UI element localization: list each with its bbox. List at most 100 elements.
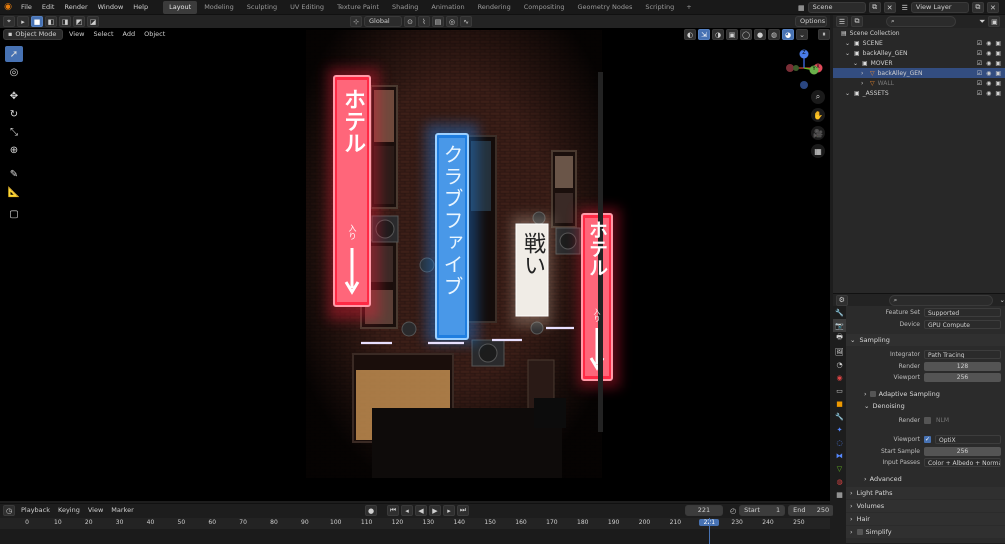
copy-view-layer-icon[interactable]: ⧉ xyxy=(971,2,984,13)
render-tab-icon[interactable]: 📷 xyxy=(833,319,846,332)
tool-tab-icon[interactable]: 🔧 xyxy=(833,306,846,319)
outliner-row-assets[interactable]: ⌄ ▣ _ASSETS ☑ ◉ ▣ xyxy=(833,88,1005,98)
volumes-header[interactable]: › Volumes xyxy=(846,499,1005,512)
navigation-gizmo[interactable]: Z X Y xyxy=(786,48,824,90)
disclosure-icon[interactable]: › xyxy=(861,70,867,77)
denoising-header[interactable]: ⌄ Denoising xyxy=(846,400,1005,412)
exclude-checkbox[interactable]: ☑ xyxy=(977,50,982,57)
select-new-icon[interactable]: ■ xyxy=(31,16,43,27)
render-samples-field[interactable]: 128 xyxy=(924,361,1001,371)
view-layer-selector[interactable]: View Layer xyxy=(910,2,969,13)
outliner-row-wall[interactable]: › ▽ WALL ☑ ◉ ▣ xyxy=(833,78,1005,88)
denoise-viewport-dropdown[interactable]: OptiX xyxy=(935,435,1001,445)
playhead[interactable] xyxy=(709,518,711,544)
disclosure-icon[interactable]: ⌄ xyxy=(845,50,851,57)
exclude-checkbox[interactable]: ☑ xyxy=(977,80,982,87)
visibility-eye-icon[interactable]: ◉ xyxy=(986,70,991,77)
tab-texture-paint[interactable]: Texture Paint xyxy=(331,1,385,14)
tab-modeling[interactable]: Modeling xyxy=(198,1,240,14)
delete-scene-icon[interactable]: ✕ xyxy=(883,2,896,13)
properties-search-input[interactable]: ⌕ xyxy=(888,294,993,306)
snap-target-icon[interactable]: ▤ xyxy=(432,16,444,27)
timeline-menu-playback[interactable]: Playback xyxy=(17,504,54,517)
world-tab-icon[interactable]: ◉ xyxy=(833,371,846,384)
proportional-edit-icon[interactable]: ◎ xyxy=(446,16,458,27)
tab-geometry-nodes[interactable]: Geometry Nodes xyxy=(572,1,639,14)
physics-tab-icon[interactable]: ◌ xyxy=(833,436,846,449)
output-tab-icon[interactable]: 🖶 xyxy=(833,332,846,345)
visibility-eye-icon[interactable]: ◉ xyxy=(986,50,991,57)
frame-ruler[interactable]: 0 10 20 30 40 50 60 70 80 90 100 110 120 130 140 150 160… xyxy=(0,518,830,529)
start-frame-field[interactable]: Start 1 xyxy=(739,505,786,516)
timeline-track[interactable] xyxy=(0,529,830,544)
render-camera-icon[interactable]: ▣ xyxy=(995,90,1001,97)
adaptive-checkbox[interactable] xyxy=(869,390,876,397)
timeline-menu-view[interactable]: View xyxy=(84,504,107,517)
outliner-editor-icon[interactable]: ☰ xyxy=(836,16,848,27)
tab-shading[interactable]: Shading xyxy=(386,1,424,14)
start-sample-field[interactable]: 256 xyxy=(924,446,1001,456)
sampling-panel-header[interactable]: ⌄ Sampling xyxy=(846,334,1005,346)
tab-animation[interactable]: Animation xyxy=(425,1,470,14)
render-camera-icon[interactable]: ▣ xyxy=(995,80,1001,87)
play-icon[interactable]: ▶ xyxy=(429,505,441,516)
snap-icon[interactable]: ⌇ xyxy=(418,16,430,27)
scene-selector[interactable]: Scene xyxy=(807,2,866,13)
pan-hand-icon[interactable]: ✋ xyxy=(811,108,825,122)
tab-compositing[interactable]: Compositing xyxy=(518,1,571,14)
render-camera-icon[interactable]: ▣ xyxy=(995,40,1001,47)
filter-icon[interactable]: ⏷ xyxy=(979,17,985,27)
feature-set-dropdown[interactable]: Supported xyxy=(924,308,1001,318)
exclude-checkbox[interactable]: ☑ xyxy=(977,40,982,47)
3d-viewport[interactable]: ▪ Object Mode View Select Add Object ◐ ⇲ ◑ … xyxy=(0,28,830,501)
device-dropdown[interactable]: GPU Compute xyxy=(924,319,1001,329)
record-icon[interactable]: ● xyxy=(365,505,377,516)
constraints-tab-icon[interactable]: ⧓ xyxy=(833,449,846,462)
exclude-checkbox[interactable]: ☑ xyxy=(977,90,982,97)
integrator-dropdown[interactable]: Path Tracing xyxy=(924,350,1001,360)
delete-view-layer-icon[interactable]: ✕ xyxy=(986,2,999,13)
current-frame-field[interactable]: 221 xyxy=(685,505,723,516)
advanced-header[interactable]: › Advanced xyxy=(846,473,1005,485)
outliner-row-scene[interactable]: ⌄ ▣ SCENE ☑ ◉ ▣ xyxy=(833,38,1005,48)
simplify-header[interactable]: › Simplify xyxy=(846,525,1005,538)
modifier-tab-icon[interactable]: 🔧 xyxy=(833,410,846,423)
menu-render[interactable]: Render xyxy=(59,0,92,15)
jump-start-icon[interactable]: ⏮ xyxy=(387,505,399,516)
timeline-menu-marker[interactable]: Marker xyxy=(107,504,137,517)
adaptive-sampling-header[interactable]: › Adaptive Sampling xyxy=(846,388,1005,400)
disclosure-icon[interactable]: ⌄ xyxy=(845,90,851,97)
select-extend-icon[interactable]: ◧ xyxy=(45,16,57,27)
denoise-render-checkbox[interactable] xyxy=(924,416,931,424)
end-frame-field[interactable]: End 250 xyxy=(788,505,835,516)
hair-header[interactable]: › Hair xyxy=(846,512,1005,525)
view-layer-tab-icon[interactable]: 🖼 xyxy=(833,345,846,358)
select-box-icon[interactable]: ▸ xyxy=(17,16,29,27)
options-dropdown[interactable]: Options xyxy=(795,16,827,27)
menu-edit[interactable]: Edit xyxy=(37,0,60,15)
disclosure-icon[interactable]: ⌄ xyxy=(845,40,851,47)
outliner-row-backalley-gen[interactable]: › ▽ backAlley_GEN ☑ ◉ ▣ xyxy=(833,68,1005,78)
tab-scripting[interactable]: Scripting xyxy=(639,1,680,14)
scene-collection-row[interactable]: ▤ Scene Collection xyxy=(833,28,1005,38)
outliner-row-backalley-gen[interactable]: ⌄ ▣ backAlley_GEN ☑ ◉ ▣ xyxy=(833,48,1005,58)
display-mode-icon[interactable]: ⧉ xyxy=(851,16,863,27)
render-camera-icon[interactable]: ▣ xyxy=(995,60,1001,67)
timeline-menu-keying[interactable]: Keying xyxy=(54,504,84,517)
collection-tab-icon[interactable]: ▭ xyxy=(833,384,846,397)
pin-icon[interactable]: ⌄ xyxy=(1000,296,1005,304)
simplify-checkbox[interactable] xyxy=(856,528,863,535)
render-camera-icon[interactable]: ▣ xyxy=(995,70,1001,77)
denoise-viewport-checkbox[interactable]: ✓ xyxy=(924,436,931,444)
menu-file[interactable]: File xyxy=(16,0,37,15)
play-reverse-icon[interactable]: ◀ xyxy=(415,505,427,516)
transform-orientation-dropdown[interactable]: Global xyxy=(364,16,402,27)
exclude-checkbox[interactable]: ☑ xyxy=(977,60,982,67)
menu-window[interactable]: Window xyxy=(93,0,129,15)
editor-type-icon[interactable]: ⌖ xyxy=(3,16,15,27)
tab-sculpting[interactable]: Sculpting xyxy=(241,1,283,14)
texture-tab-icon[interactable]: ▦ xyxy=(833,488,846,501)
visibility-eye-icon[interactable]: ◉ xyxy=(986,80,991,87)
outliner-search-input[interactable]: ⌕ xyxy=(886,16,956,27)
tab-layout[interactable]: Layout xyxy=(163,0,198,14)
